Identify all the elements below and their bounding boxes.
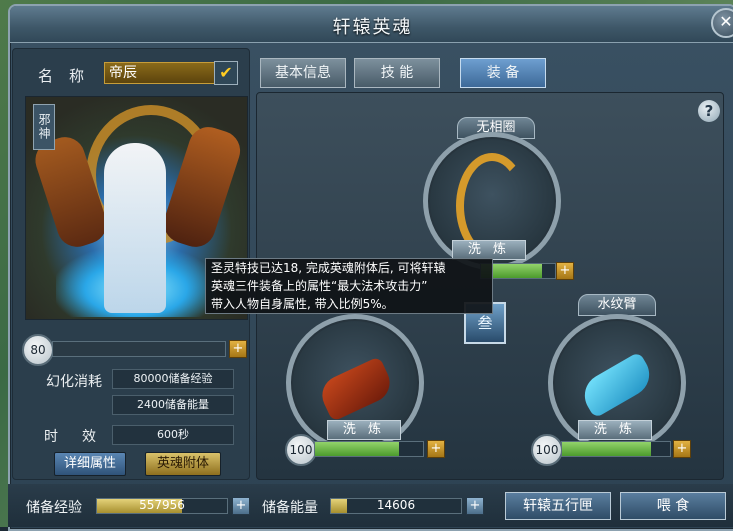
- exp-value: 557956: [139, 498, 185, 512]
- slot-right-title: 水纹臂: [578, 294, 656, 316]
- energy-plus-button[interactable]: +: [466, 497, 484, 515]
- feed-button[interactable]: 喂 食: [620, 492, 726, 520]
- slot-left-plus-button[interactable]: +: [427, 440, 445, 458]
- energy-value: 14606: [376, 498, 416, 512]
- name-label: 名称: [38, 67, 101, 85]
- attribute-tooltip: 圣灵特技已达18, 完成英魂附体后, 可将轩辕 英魂三件装备上的属性“最大法术攻…: [205, 258, 493, 314]
- energy-label: 储备能量: [262, 500, 318, 516]
- tab-basic-info[interactable]: 基本信息: [260, 58, 346, 88]
- tab-equipment[interactable]: 装 备: [460, 58, 546, 88]
- hero-level-badge: 80: [22, 334, 54, 366]
- help-icon[interactable]: ?: [698, 100, 720, 122]
- type-badge: 邪神: [33, 104, 55, 150]
- cyan-arm-item-graphic: [576, 351, 658, 419]
- close-icon[interactable]: ✕: [711, 8, 733, 38]
- slot-right-plus-button[interactable]: +: [673, 440, 691, 458]
- red-arm-item-graphic: [315, 356, 397, 422]
- slot-right-level: 100: [531, 434, 563, 466]
- five-elements-box-button[interactable]: 轩辕五行匣: [505, 492, 611, 520]
- attach-soul-button[interactable]: 英魂附体: [145, 452, 221, 476]
- slot-left-progress: [314, 441, 424, 457]
- confirm-check-icon[interactable]: ✔: [214, 61, 238, 85]
- exp-plus-button[interactable]: +: [232, 497, 250, 515]
- cost-energy-value: 2400储备能量: [112, 395, 234, 415]
- tooltip-line-2: 英魂三件装备上的属性“最大法术攻击力”: [211, 279, 428, 293]
- name-input[interactable]: 帝辰: [104, 62, 218, 84]
- details-button[interactable]: 详细属性: [54, 452, 126, 476]
- time-label: 时效: [44, 429, 120, 445]
- level-plus-button[interactable]: +: [229, 340, 247, 358]
- cost-label: 幻化消耗: [46, 374, 102, 390]
- tooltip-line-3: 带入人物自身属性, 带入比例5%。: [211, 297, 394, 311]
- slot-right-progress: [561, 441, 671, 457]
- tab-skills[interactable]: 技 能: [354, 58, 440, 88]
- title-bar[interactable]: 轩辕英魂: [10, 6, 733, 43]
- exp-bar: 557956: [96, 498, 228, 514]
- slot-left-level: 100: [285, 434, 317, 466]
- slot-top-plus-button[interactable]: +: [556, 262, 574, 280]
- tooltip-line-1: 圣灵特技已达18, 完成英魂附体后, 可将轩辕: [211, 261, 446, 275]
- slot-right-wash-button[interactable]: 洗 炼: [578, 420, 652, 440]
- window-title: 轩辕英魂: [332, 17, 413, 38]
- exp-label: 储备经验: [26, 500, 82, 516]
- slot-top-wash-button[interactable]: 洗 炼: [452, 240, 526, 260]
- cost-exp-value: 80000储备经验: [112, 369, 234, 389]
- hero-level-bar: [52, 341, 226, 357]
- energy-bar: 14606: [330, 498, 462, 514]
- time-value: 600秒: [112, 425, 234, 445]
- hero-figure-graphic: [104, 143, 166, 313]
- slot-left-wash-button[interactable]: 洗 炼: [327, 420, 401, 440]
